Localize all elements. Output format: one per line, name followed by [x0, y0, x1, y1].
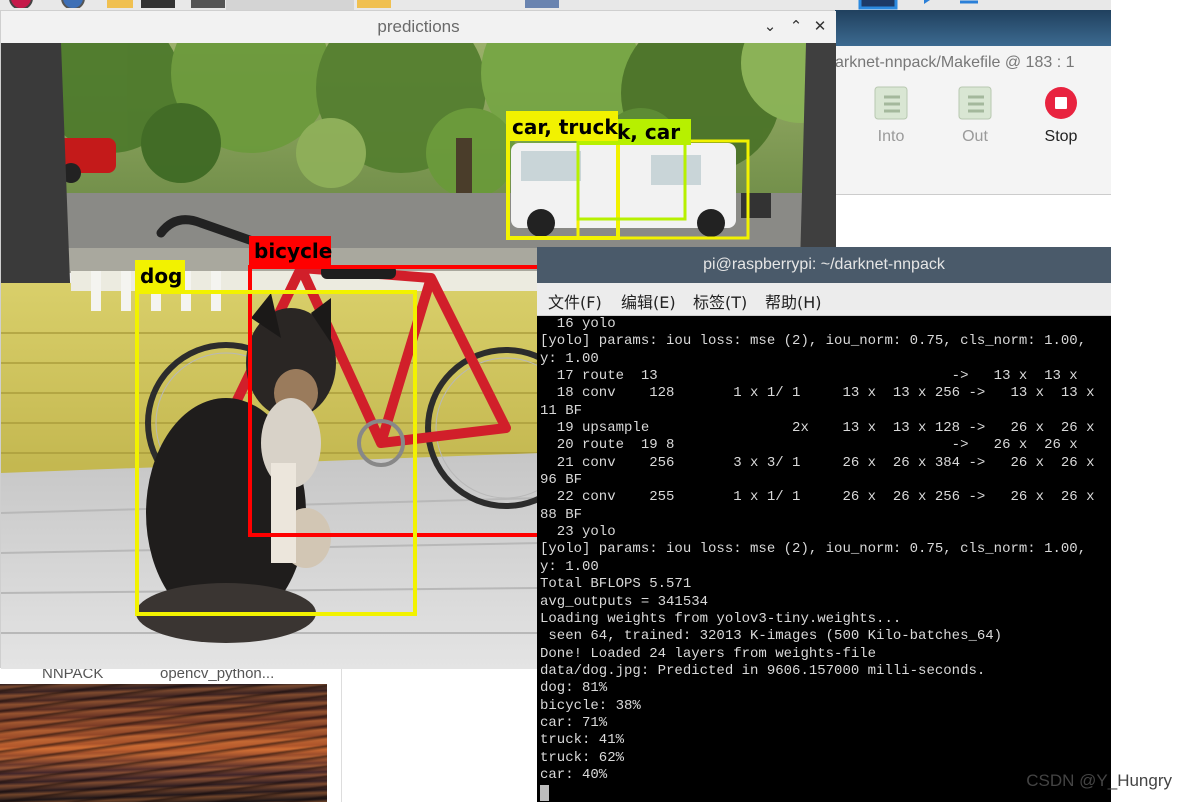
- white-truck: [511, 143, 771, 237]
- terminal-line: 96 BF: [540, 472, 583, 489]
- watermark: CSDN @Y_Hungry: [1026, 771, 1172, 790]
- terminal-titlebar[interactable]: pi@raspberrypi: ~/darknet-nnpack: [537, 247, 1111, 283]
- globe-icon[interactable]: [58, 0, 88, 8]
- ide-window: arknet-nnpack/Makefile @ 183 : 1 Into Ou…: [835, 10, 1111, 248]
- terminal-line: 11 BF: [540, 402, 583, 419]
- terminal-line: y: 1.00: [540, 558, 599, 575]
- terminal-line: Loading weights from yolov3-tiny.weights…: [540, 610, 902, 627]
- step-out-button[interactable]: Out: [945, 86, 1005, 146]
- step-out-icon: [958, 86, 992, 120]
- menu-tabs[interactable]: 标签(T): [693, 289, 747, 313]
- terminal-icon[interactable]: [140, 0, 176, 10]
- terminal-line: dog: 81%: [540, 680, 608, 697]
- terminal-line: 21 conv 256 3 x 3/ 1 26 x 26 x 384 -> 26…: [540, 454, 1095, 471]
- terminal-output[interactable]: 16 yolo [yolo] params: iou loss: mse (2),…: [540, 316, 1111, 802]
- stop-label: Stop: [1044, 128, 1078, 145]
- terminal-title: pi@raspberrypi: ~/darknet-nnpack: [703, 256, 945, 273]
- terminal-line: y: 1.00: [540, 350, 599, 367]
- terminal-cursor: [540, 785, 549, 802]
- terminal-line: bicycle: 38%: [540, 697, 641, 714]
- terminal-line: 18 conv 128 1 x 1/ 1 13 x 13 x 256 -> 13…: [540, 385, 1095, 402]
- ide-toolbar-strip: [835, 10, 1111, 46]
- folder-icon[interactable]: [106, 0, 134, 10]
- terminal-line: [yolo] params: iou loss: mse (2), iou_no…: [540, 541, 1087, 558]
- close-button[interactable]: ✕: [809, 15, 831, 37]
- step-icon[interactable]: [956, 0, 982, 10]
- play-icon[interactable]: [918, 0, 942, 10]
- taskbar: [0, 0, 1189, 10]
- sunset-wallpaper-image: [0, 684, 327, 802]
- terminal-line: Total BFLOPS 5.571: [540, 576, 692, 593]
- terminal-line: 19 upsample 2x 13 x 13 x 128 -> 26 x 26 …: [540, 420, 1095, 437]
- label-dog: dog: [140, 264, 182, 288]
- terminal-line: car: 71%: [540, 714, 608, 731]
- label-truck-car: k, car: [617, 120, 680, 144]
- ide-file-path: arknet-nnpack/Makefile @ 183 : 1: [835, 54, 1075, 71]
- terminal-icon[interactable]: [190, 0, 226, 10]
- menu-edit[interactable]: 编辑(E): [621, 289, 676, 313]
- terminal-line: 16 yolo: [540, 316, 616, 332]
- label-car-truck: car, truck: [512, 115, 618, 139]
- terminal-window: pi@raspberrypi: ~/darknet-nnpack 文件(F) 编…: [537, 247, 1111, 802]
- terminal-line: 22 conv 255 1 x 1/ 1 26 x 26 x 256 -> 26…: [540, 489, 1095, 506]
- terminal-line: [yolo] params: iou loss: mse (2), iou_no…: [540, 333, 1087, 350]
- maximize-button[interactable]: ⌃: [785, 15, 807, 37]
- editor-icon[interactable]: [524, 0, 560, 10]
- stop-button[interactable]: Stop: [1031, 86, 1091, 146]
- terminal-line: Done! Loaded 24 layers from weights-file: [540, 645, 877, 662]
- folder-icon[interactable]: [356, 0, 392, 10]
- raspberry-icon[interactable]: [6, 0, 36, 8]
- stop-icon: [1045, 87, 1077, 119]
- menu-help[interactable]: 帮助(H): [765, 289, 822, 313]
- desktop-background: [1111, 0, 1189, 802]
- terminal-line: avg_outputs = 341534: [540, 593, 709, 610]
- terminal-line: seen 64, trained: 32013 K-images (500 Ki…: [540, 628, 1003, 645]
- label-bicycle: bicycle: [254, 239, 332, 263]
- ide-editor-area[interactable]: [835, 194, 1111, 248]
- taskbar-task[interactable]: [226, 0, 354, 10]
- terminal-line: truck: 41%: [540, 732, 625, 749]
- minimize-button[interactable]: ⌄: [759, 15, 781, 37]
- terminal-line: data/dog.jpg: Predicted in 9606.157000 m…: [540, 662, 986, 679]
- predictions-titlebar[interactable]: predictions ⌄ ⌃ ✕: [1, 11, 836, 44]
- window-title: predictions: [377, 17, 460, 36]
- step-into-button[interactable]: Into: [861, 86, 921, 146]
- step-into-icon: [874, 86, 908, 120]
- terminal-menubar: 文件(F) 编辑(E) 标签(T) 帮助(H): [537, 283, 1111, 316]
- terminal-line: truck: 62%: [540, 749, 625, 766]
- step-into-label: Into: [877, 128, 905, 145]
- terminal-line: 17 route 13 -> 13 x 13 x: [540, 368, 1078, 385]
- terminal-line: 20 route 19 8 -> 26 x 26 x: [540, 437, 1078, 454]
- terminal-line: 23 yolo: [540, 524, 616, 541]
- geany-icon[interactable]: [858, 0, 898, 10]
- step-out-label: Out: [962, 128, 988, 145]
- desktop-blank-area: [341, 668, 538, 802]
- terminal-line: 88 BF: [540, 506, 583, 523]
- menu-file[interactable]: 文件(F): [548, 289, 602, 313]
